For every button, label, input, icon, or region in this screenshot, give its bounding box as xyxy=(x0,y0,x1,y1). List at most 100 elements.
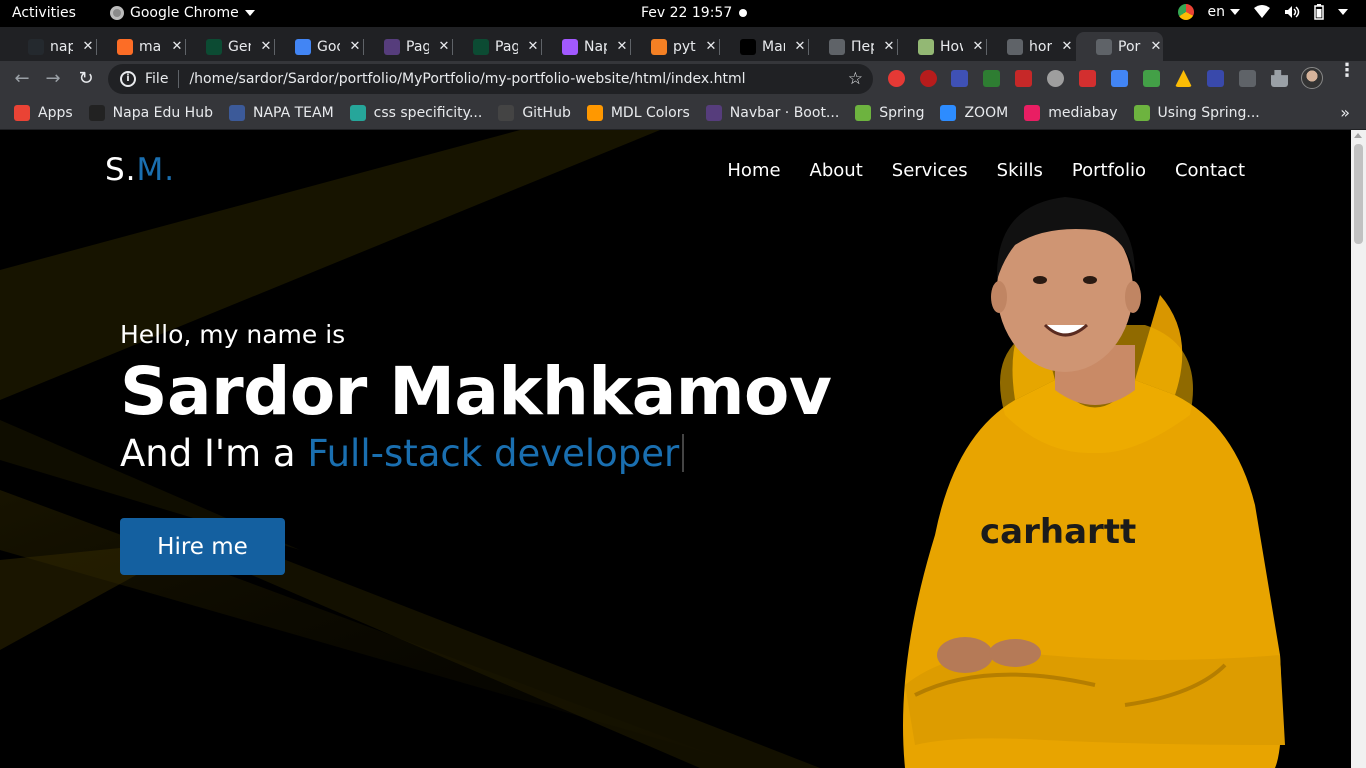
site-logo[interactable]: S.M. xyxy=(105,152,175,188)
hire-me-button[interactable]: Hire me xyxy=(120,518,285,575)
tab-title: Pag xyxy=(406,38,429,55)
wifi-icon xyxy=(1254,5,1270,18)
tab-close-icon[interactable]: ✕ xyxy=(526,39,540,55)
page-scrollbar[interactable] xyxy=(1351,130,1366,768)
tab-close-icon[interactable]: ✕ xyxy=(170,39,184,55)
notification-dot xyxy=(739,9,747,17)
bookmarks-bar: Apps Napa Edu Hub NAPA TEAM css specificity… xyxy=(0,97,1366,130)
mdl-icon xyxy=(586,105,603,121)
nav-skills[interactable]: Skills xyxy=(997,160,1043,181)
logo-accent: M. xyxy=(136,152,176,188)
nav-portfolio[interactable]: Portfolio xyxy=(1072,160,1146,181)
tab-close-icon[interactable]: ✕ xyxy=(793,39,807,55)
tab-7[interactable]: pyt ✕ xyxy=(631,32,718,61)
tab-close-icon[interactable]: ✕ xyxy=(1060,39,1074,55)
nav-services[interactable]: Services xyxy=(892,160,968,181)
extension-json-icon[interactable] xyxy=(983,70,1000,87)
bookmark-item[interactable]: mediabay xyxy=(1024,105,1118,121)
forward-button[interactable]: → xyxy=(43,69,63,89)
spring-icon xyxy=(855,105,872,121)
extension-download-icon[interactable] xyxy=(1239,70,1256,87)
app-menu[interactable]: Google Chrome xyxy=(110,5,255,21)
bookmark-item[interactable]: NAPA TEAM xyxy=(228,105,334,121)
extensions-puzzle-icon[interactable] xyxy=(1271,70,1288,87)
tab-close-icon[interactable]: ✕ xyxy=(882,39,896,55)
tab-10[interactable]: How ✕ xyxy=(898,32,985,61)
activities-button[interactable]: Activities xyxy=(12,5,76,21)
tab-close-icon[interactable]: ✕ xyxy=(971,39,985,55)
bookmark-item[interactable]: Using Spring... xyxy=(1133,105,1260,121)
tab-close-icon[interactable]: ✕ xyxy=(81,39,95,55)
tab-11[interactable]: hor ✕ xyxy=(987,32,1074,61)
tab-title: Goo xyxy=(317,38,340,55)
scroll-up-icon[interactable] xyxy=(1354,133,1362,138)
keyboard-layout[interactable]: en xyxy=(1208,4,1240,20)
extension-chart-icon[interactable] xyxy=(1079,70,1096,87)
nav-about[interactable]: About xyxy=(810,160,863,181)
bookmark-item[interactable]: Apps xyxy=(14,105,73,121)
wikihow-icon xyxy=(918,38,934,55)
system-tray[interactable]: en xyxy=(1177,4,1348,20)
napa-icon xyxy=(88,105,105,121)
bookmark-item[interactable]: MDL Colors xyxy=(586,105,690,121)
scrollbar-thumb[interactable] xyxy=(1354,144,1363,244)
gitlab-icon xyxy=(117,38,133,55)
clock[interactable]: Fev 22 19:57 xyxy=(641,5,732,21)
tab-2[interactable]: Gen ✕ xyxy=(186,32,273,61)
globe-icon xyxy=(1007,38,1023,55)
extension-adblock-icon[interactable] xyxy=(888,70,905,87)
bookmark-item[interactable]: GitHub xyxy=(498,105,571,121)
tab-3[interactable]: Goo ✕ xyxy=(275,32,362,61)
extension-translate-icon[interactable] xyxy=(1111,70,1128,87)
bookmark-item[interactable]: Napa Edu Hub xyxy=(88,105,213,121)
bookmark-star-icon[interactable]: ☆ xyxy=(848,69,863,89)
hoodie-logo-text: carhartt xyxy=(980,512,1136,552)
bookmarks-overflow-icon[interactable]: » xyxy=(1340,103,1350,122)
chrome-menu-icon[interactable]: ⋮ xyxy=(1338,62,1356,80)
css-icon xyxy=(349,105,366,121)
profile-avatar[interactable] xyxy=(1301,67,1323,89)
site-info-icon[interactable]: i xyxy=(120,71,136,87)
extension-grid-icon[interactable] xyxy=(1143,70,1160,87)
tab-close-icon[interactable]: ✕ xyxy=(1149,39,1163,55)
bootstrap-icon xyxy=(384,38,400,55)
extension-gauge-icon[interactable] xyxy=(1047,70,1064,87)
tab-5[interactable]: Pag ✕ xyxy=(453,32,540,61)
tab-12[interactable]: Por ✕ xyxy=(1076,32,1163,61)
tab-1[interactable]: mai ✕ xyxy=(97,32,184,61)
tab-4[interactable]: Pag ✕ xyxy=(364,32,451,61)
url-text[interactable]: /home/sardor/Sardor/portfolio/MyPortfoli… xyxy=(189,71,745,87)
extension-cursor-icon[interactable] xyxy=(951,70,968,87)
tab-close-icon[interactable]: ✕ xyxy=(437,39,451,55)
chrome-notification-icon[interactable] xyxy=(1177,4,1194,20)
tab-close-icon[interactable]: ✕ xyxy=(615,39,629,55)
system-menu-chevron-icon[interactable] xyxy=(1338,9,1348,15)
extension-ublock-icon[interactable] xyxy=(920,70,937,87)
reload-button[interactable]: ↻ xyxy=(76,69,96,89)
napa-team-icon xyxy=(228,105,245,121)
address-bar[interactable]: i File /home/sardor/Sardor/portfolio/MyP… xyxy=(108,64,873,94)
tab-6[interactable]: Nap ✕ xyxy=(542,32,629,61)
back-button[interactable]: ← xyxy=(12,69,32,89)
page-viewport: S.M. Home About Services Skills Portfoli… xyxy=(0,130,1351,768)
role-typed: Full-stack developer xyxy=(307,432,680,475)
bookmark-item[interactable]: ZOOM xyxy=(940,105,1008,121)
tab-close-icon[interactable]: ✕ xyxy=(704,39,718,55)
jetbrains-icon xyxy=(740,38,756,55)
bookmark-label: Spring xyxy=(879,105,925,121)
nav-home[interactable]: Home xyxy=(727,160,780,181)
bookmark-item[interactable]: Navbar · Boot... xyxy=(705,105,839,121)
tab-0[interactable]: nap ✕ xyxy=(8,32,95,61)
tab-title: pyt xyxy=(673,38,696,55)
bookmark-item[interactable]: Spring xyxy=(855,105,924,121)
tab-9[interactable]: Пер ✕ xyxy=(809,32,896,61)
nav-contact[interactable]: Contact xyxy=(1175,160,1245,181)
extension-blue-icon[interactable] xyxy=(1207,70,1224,87)
bookmark-item[interactable]: css specificity... xyxy=(349,105,482,121)
tab-8[interactable]: Mar ✕ xyxy=(720,32,807,61)
tab-close-icon[interactable]: ✕ xyxy=(259,39,273,55)
extension-drive-icon[interactable] xyxy=(1175,70,1192,87)
portrait-photo: carhartt xyxy=(903,197,1285,768)
tab-close-icon[interactable]: ✕ xyxy=(348,39,362,55)
extension-red-icon[interactable] xyxy=(1015,70,1032,87)
